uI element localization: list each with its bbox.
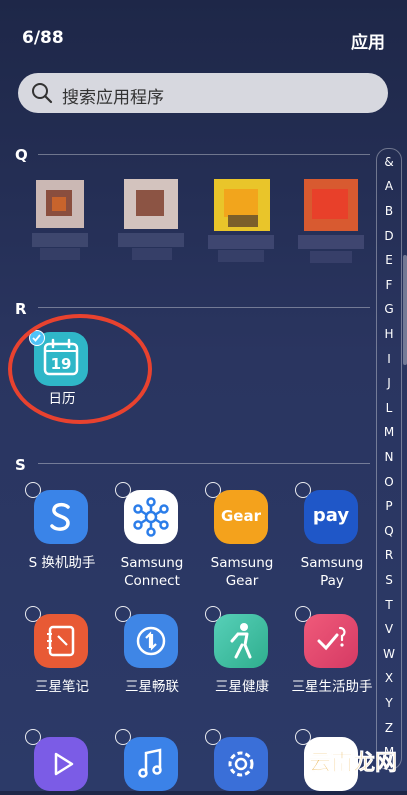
top-bar: 6/88 应用	[0, 0, 407, 70]
app-label: Samsung Gear	[210, 555, 274, 589]
connect-icon	[124, 490, 178, 544]
sync-icon	[124, 614, 178, 668]
section-letter: R	[15, 300, 27, 318]
index-letter[interactable]: I	[377, 352, 401, 366]
index-letter[interactable]: J	[377, 376, 401, 390]
index-letter[interactable]: O	[377, 475, 401, 489]
app-label: 三星畅联	[125, 679, 179, 695]
selection-count: 6/88	[22, 28, 64, 48]
app-label: 三星生活助手	[291, 679, 373, 695]
alphabet-index[interactable]: & A B D E F G H I J L M N O P Q R S T V …	[376, 148, 402, 770]
index-letter[interactable]: T	[377, 598, 401, 612]
index-letter[interactable]: B	[377, 204, 401, 218]
app-label: Samsung Connect	[120, 555, 184, 589]
blurred-app-tile[interactable]	[298, 175, 368, 270]
app-label: Samsung Pay	[300, 555, 364, 589]
section-divider	[38, 307, 370, 308]
gear-icon-text: Gear	[220, 507, 261, 525]
pay-icon-text: pay	[312, 505, 350, 526]
watermark: 云南龙网	[308, 745, 398, 777]
index-letter[interactable]: M	[377, 425, 401, 439]
pay-icon: pay	[304, 490, 358, 544]
health-icon	[214, 614, 268, 668]
index-letter[interactable]: E	[377, 253, 401, 267]
index-letter[interactable]: R	[377, 548, 401, 562]
index-letter[interactable]: S	[377, 573, 401, 587]
index-letter[interactable]: A	[377, 179, 401, 193]
highlight-circle	[8, 314, 152, 424]
section-letter: S	[15, 456, 26, 474]
section-divider	[38, 154, 370, 155]
section-divider	[38, 463, 370, 464]
index-letter[interactable]: W	[377, 647, 401, 661]
index-letter[interactable]: L	[377, 401, 401, 415]
index-letter[interactable]: Y	[377, 696, 401, 710]
section-letter: Q	[15, 146, 28, 164]
index-letter[interactable]: F	[377, 278, 401, 292]
life-assistant-icon	[304, 614, 358, 668]
index-letter[interactable]: P	[377, 499, 401, 513]
index-letter[interactable]: Q	[377, 524, 401, 538]
page-title: 应用	[351, 33, 385, 53]
index-letter[interactable]: X	[377, 671, 401, 685]
gear-icon: Gear	[214, 490, 268, 544]
blurred-app-tile[interactable]	[30, 175, 90, 265]
notes-icon	[34, 614, 88, 668]
index-letter[interactable]: H	[377, 327, 401, 341]
scrollbar[interactable]	[403, 255, 407, 365]
index-letter[interactable]: D	[377, 229, 401, 243]
index-letter[interactable]: G	[377, 302, 401, 316]
search-icon	[32, 83, 53, 104]
index-letter[interactable]: V	[377, 622, 401, 636]
index-letter[interactable]: Z	[377, 721, 401, 735]
app-label: S 换机助手	[28, 555, 96, 571]
watermark-text: 云南龙网	[308, 751, 398, 777]
search-bar[interactable]: 搜索应用程序	[18, 73, 388, 113]
search-placeholder: 搜索应用程序	[62, 88, 164, 108]
blurred-app-tile[interactable]	[208, 175, 278, 265]
smart-switch-icon	[34, 490, 88, 544]
app-label: 三星笔记	[35, 679, 89, 695]
settings-icon	[214, 737, 268, 791]
index-letter[interactable]: &	[377, 155, 401, 169]
app-label: 三星健康	[215, 679, 269, 695]
video-icon	[34, 737, 88, 791]
music-icon	[124, 737, 178, 791]
blurred-app-tile[interactable]	[118, 175, 188, 265]
index-letter[interactable]: N	[377, 450, 401, 464]
